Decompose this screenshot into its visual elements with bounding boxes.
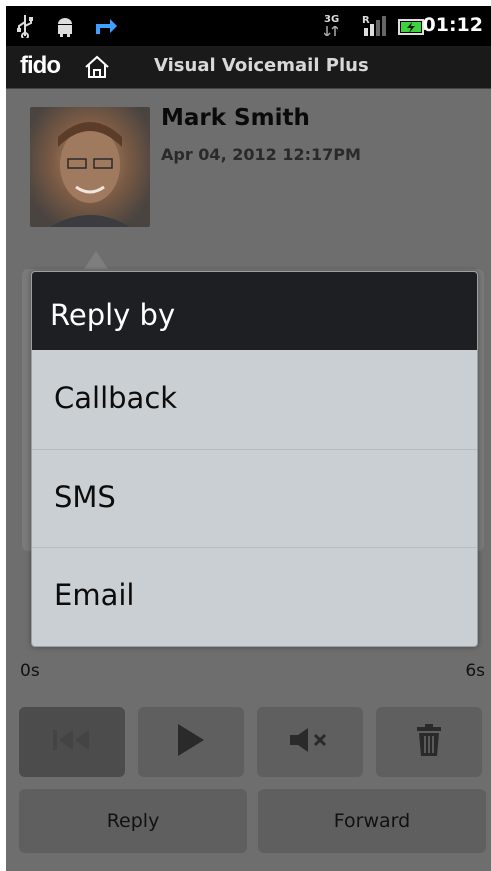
option-email[interactable]: Email (32, 547, 477, 645)
reply-button[interactable]: Reply (19, 789, 247, 853)
roaming-label: R (362, 15, 370, 26)
option-sms[interactable]: SMS (32, 449, 477, 547)
option-label: SMS (54, 480, 116, 514)
message-date: Apr 04, 2012 12:17PM (161, 145, 361, 164)
time-end-label: 6s (465, 661, 485, 681)
usb-icon (16, 14, 34, 42)
clock: 01:12 (422, 14, 483, 36)
rewind-icon (51, 728, 93, 756)
dialog-header: Reply by (32, 272, 477, 350)
home-icon[interactable] (84, 55, 110, 83)
avatar (30, 107, 150, 227)
forward-button[interactable]: Forward (258, 789, 486, 853)
app-title: Visual Voicemail Plus (154, 55, 369, 76)
dialog-title: Reply by (50, 298, 176, 332)
mute-button[interactable] (257, 707, 363, 777)
transcript-pointer (84, 251, 108, 269)
play-icon (174, 722, 208, 762)
time-start-label: 0s (20, 661, 40, 681)
option-label: Email (54, 578, 135, 612)
reply-dialog: Reply by Callback SMS Email (31, 271, 478, 647)
play-button[interactable] (138, 707, 244, 777)
brand-logo: fido (20, 52, 61, 79)
delete-button[interactable] (376, 707, 482, 777)
network-type-label: 3G (324, 14, 340, 25)
option-label: Callback (54, 381, 178, 415)
android-debug-icon (54, 14, 76, 42)
contact-name: Mark Smith (161, 105, 310, 131)
speaker-muted-icon (288, 726, 332, 758)
network-3g-icon: 3G (323, 14, 340, 40)
signal-icon: R (362, 14, 388, 42)
option-callback[interactable]: Callback (32, 351, 477, 448)
title-bar: fido Visual Voicemail Plus (6, 46, 491, 89)
trash-icon (414, 723, 444, 761)
status-bar: 3G R 01:12 (6, 6, 491, 46)
transfer-icon (92, 14, 118, 42)
rewind-button[interactable] (19, 707, 125, 777)
phone-screen: 3G R 01:12 fido Visual Voicemail Plus Ma… (0, 0, 491, 871)
